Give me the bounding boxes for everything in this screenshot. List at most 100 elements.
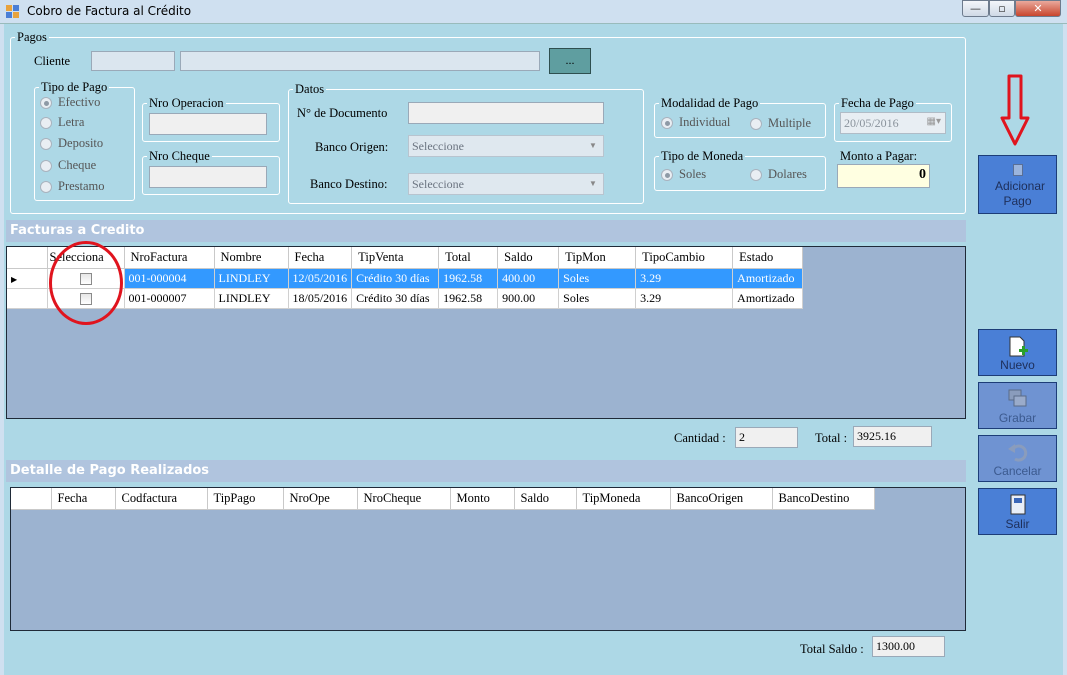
exit-icon [1010,494,1026,515]
tipo-pago-legend: Tipo de Pago [41,80,108,94]
window-frame-right [1063,24,1067,675]
cancelar-label: Cancelar [993,464,1042,478]
cliente-name-input[interactable] [180,51,540,71]
grabar-button[interactable]: Grabar [978,382,1057,429]
nro-cheque-input[interactable] [149,166,267,188]
col-fecha[interactable]: Fecha [288,247,353,269]
col-saldo[interactable]: Saldo [514,488,577,510]
maximize-button[interactable]: ▫ [989,0,1015,17]
monto-label: Monto a Pagar: [840,149,918,163]
cliente-code-input[interactable] [91,51,175,71]
col-nroope[interactable]: NroOpe [283,488,358,510]
close-button[interactable]: ✕ [1015,0,1061,17]
cell-nombre: LINDLEY [214,268,289,289]
facturas-table: Selecciona NroFactura Nombre Fecha TipVe… [7,247,804,309]
col-tipmon[interactable]: TipMon [558,247,637,269]
radio-dot [40,180,52,193]
radio-cheque[interactable]: Cheque [40,158,96,173]
total-input: 3925.16 [853,426,932,447]
col-tippago[interactable]: TipPago [207,488,284,510]
adicionar-pago-button[interactable]: Adicionar Pago [978,155,1057,214]
banco-origen-label: Banco Origen: [315,140,389,154]
col-tipventa[interactable]: TipVenta [351,247,440,269]
row-header-corner [7,247,48,269]
cell-saldo: 900.00 [497,288,560,309]
salir-button[interactable]: Salir [978,488,1057,535]
chevron-down-icon: ▼ [589,141,597,150]
radio-dolares[interactable]: Dolares [750,167,807,182]
nuevo-button[interactable]: Nuevo [978,329,1057,376]
radio-letra-label: Letra [58,115,85,129]
total-saldo-input: 1300.00 [872,636,945,657]
cell-tipventa: Crédito 30 días [351,288,440,309]
radio-efectivo-label: Efectivo [58,95,101,109]
radio-multiple[interactable]: Multiple [750,116,811,131]
row-header [7,288,48,309]
col-monto[interactable]: Monto [450,488,515,510]
window-frame-left [0,24,4,675]
col-bancodestino[interactable]: BancoDestino [772,488,875,510]
minimize-button[interactable]: — [962,0,989,17]
col-tipocambio[interactable]: TipoCambio [635,247,734,269]
radio-letra[interactable]: Letra [40,115,84,130]
detalle-grid[interactable]: Fecha Codfactura TipPago NroOpe NroChequ… [10,487,966,631]
radio-dot [40,159,52,172]
cell-nrofactura: 001-000004 [124,268,215,289]
radio-deposito-label: Deposito [58,136,104,150]
banco-destino-label: Banco Destino: [310,177,388,191]
fecha-pago-value: 20/05/2016 [844,116,899,130]
radio-dolares-label: Dolares [768,167,807,181]
total-saldo-label: Total Saldo : [800,642,864,656]
salir-label: Salir [1005,517,1030,531]
col-nrocheque[interactable]: NroCheque [357,488,451,510]
col-total[interactable]: Total [438,247,499,269]
radio-cheque-label: Cheque [58,158,97,172]
col-codfactura[interactable]: Codfactura [115,488,208,510]
radio-dot [750,168,762,181]
nuevo-label: Nuevo [1000,358,1035,372]
radio-prestamo[interactable]: Prestamo [40,179,105,194]
cliente-lookup-button[interactable]: ... [549,48,591,74]
banco-destino-select[interactable]: Seleccione ▼ [408,173,604,195]
app-icon [6,5,19,18]
col-saldo[interactable]: Saldo [497,247,560,269]
modalidad-legend: Modalidad de Pago [661,96,759,110]
cell-estado: Amortizado [732,288,804,309]
cancelar-button[interactable]: Cancelar [978,435,1057,482]
cell-nrofactura: 001-000007 [124,288,215,309]
col-fecha[interactable]: Fecha [51,488,116,510]
fecha-pago-legend: Fecha de Pago [841,96,914,110]
col-tipmoneda[interactable]: TipMoneda [576,488,671,510]
table-row[interactable]: 001-000007 LINDLEY 18/05/2016 Crédito 30… [7,288,804,309]
detalle-table: Fecha Codfactura TipPago NroOpe NroChequ… [11,488,875,510]
col-bancoorigen[interactable]: BancoOrigen [670,488,773,510]
nro-documento-input[interactable] [408,102,604,124]
table-row[interactable]: ▶ 001-000004 LINDLEY 12/05/2016 Crédito … [7,268,804,289]
facturas-grid[interactable]: Selecciona NroFactura Nombre Fecha TipVe… [6,246,966,419]
col-nrofactura[interactable]: NroFactura [124,247,215,269]
monto-input[interactable]: 0 [837,164,930,188]
radio-dot [661,116,673,129]
facturas-header-row: Selecciona NroFactura Nombre Fecha TipVe… [7,247,804,269]
detalle-header-row: Fecha Codfactura TipPago NroOpe NroChequ… [11,488,875,510]
radio-deposito[interactable]: Deposito [40,136,103,151]
radio-soles[interactable]: Soles [661,167,706,182]
cell-fecha: 18/05/2016 [288,288,353,309]
radio-prestamo-label: Prestamo [58,179,105,193]
save-icon [1008,389,1027,407]
title-bar: Cobro de Factura al Crédito — ▫ ✕ [0,0,1067,24]
fecha-pago-picker[interactable]: 20/05/2016 ▦▾ [840,112,946,134]
nro-operacion-input[interactable] [149,113,267,135]
col-estado[interactable]: Estado [732,247,804,269]
banco-destino-value: Seleccione [412,177,464,191]
cell-tipocambio: 3.29 [635,268,734,289]
facturas-section-title: Facturas a Credito [6,220,966,242]
radio-individual[interactable]: Individual [661,115,730,130]
banco-origen-select[interactable]: Seleccione ▼ [408,135,604,157]
cell-total: 1962.58 [438,288,499,309]
radio-efectivo[interactable]: Efectivo [40,95,100,110]
radio-dot [40,116,52,129]
window-title: Cobro de Factura al Crédito [27,4,192,18]
radio-individual-label: Individual [679,115,731,129]
col-nombre[interactable]: Nombre [214,247,289,269]
